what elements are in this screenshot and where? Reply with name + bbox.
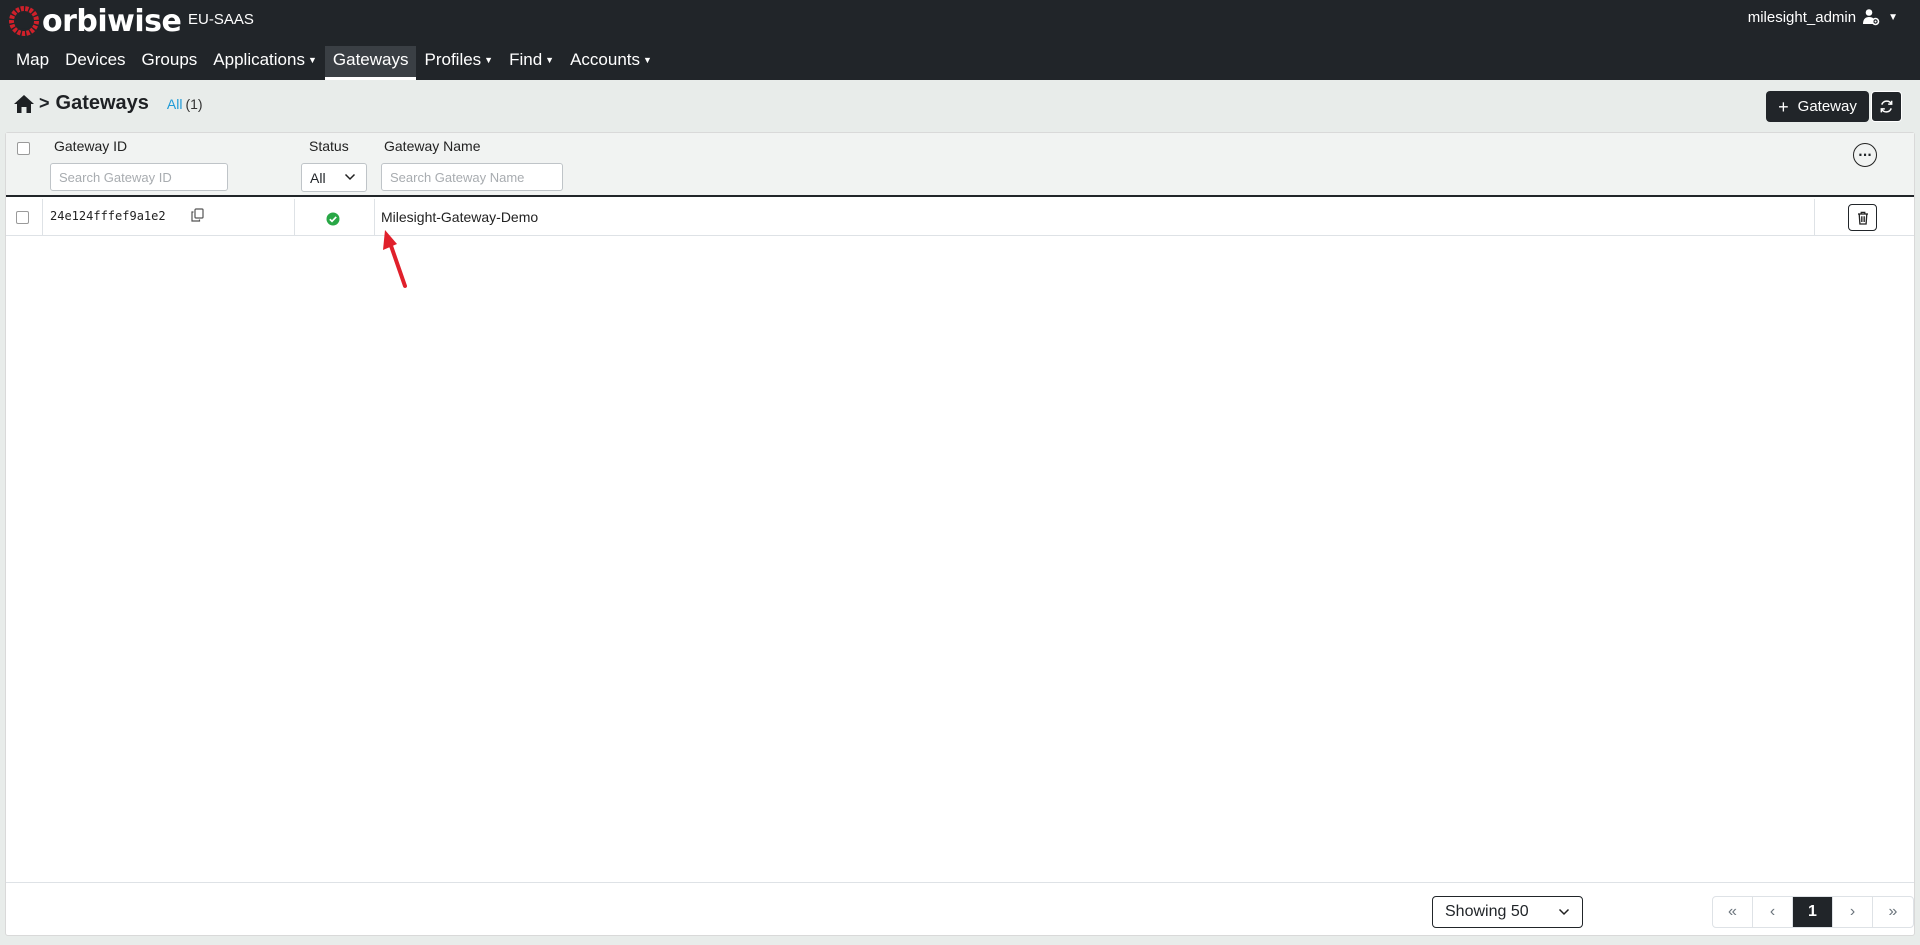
column-divider — [374, 199, 375, 236]
status-online-icon — [326, 211, 340, 230]
nav-label: Gateways — [332, 50, 409, 69]
gateways-table-panel: Gateway ID Status All Gateway Name ··· 2… — [5, 132, 1915, 936]
table-header: Gateway ID Status All Gateway Name ··· — [6, 133, 1914, 197]
chevron-down-icon — [1558, 908, 1570, 916]
column-header-gateway-name[interactable]: Gateway Name — [384, 138, 480, 154]
nav-label: Map — [16, 50, 50, 69]
table-row[interactable]: 24e124fffef9a1e2 Milesight-Gateway-Demo — [6, 199, 1914, 236]
user-menu[interactable]: milesight_admin ▼ — [1748, 8, 1898, 26]
brand-logo[interactable]: orbiwise — [8, 2, 182, 40]
breadcrumb-bar: > Gateways All (1) — [0, 80, 1920, 132]
table-footer: Showing 50 « ‹ 1 › » — [6, 882, 1914, 935]
next-page-button[interactable]: › — [1833, 897, 1873, 927]
page-title: Gateways — [55, 92, 149, 114]
nav-item-find[interactable]: Find ▼ — [501, 46, 562, 80]
annotation-arrow-icon — [383, 230, 407, 288]
caret-down-icon: ▼ — [643, 55, 652, 65]
add-gateway-label: Gateway — [1797, 98, 1857, 115]
main-nav: Map Devices Groups Applications ▼ Gateway… — [8, 46, 660, 80]
nav-label: Groups — [141, 50, 198, 69]
column-header-status[interactable]: Status — [309, 138, 349, 154]
username: milesight_admin — [1747, 8, 1857, 26]
nav-label: Devices — [65, 50, 126, 69]
row-checkbox[interactable] — [16, 211, 29, 224]
refresh-icon — [1880, 100, 1893, 113]
environment-label: EU-SAAS — [188, 11, 254, 28]
chevron-down-icon: ▼ — [1888, 11, 1898, 23]
last-page-button[interactable]: » — [1873, 897, 1913, 927]
first-page-button[interactable]: « — [1713, 897, 1753, 927]
more-options-icon[interactable]: ··· — [1853, 143, 1877, 167]
home-icon[interactable] — [13, 94, 35, 114]
select-all-checkbox[interactable] — [17, 142, 30, 155]
nav-label: Profiles — [424, 50, 482, 69]
chevron-down-icon — [344, 173, 356, 181]
plus-icon: + — [1778, 96, 1789, 117]
column-header-gateway-id[interactable]: Gateway ID — [54, 138, 127, 154]
nav-item-gateways[interactable]: Gateways — [324, 46, 417, 80]
column-divider — [1814, 199, 1815, 236]
nav-label: Find — [509, 50, 543, 69]
gateway-id-cell: 24e124fffef9a1e2 — [50, 209, 166, 223]
caret-down-icon: ▼ — [484, 55, 494, 65]
trash-icon — [1857, 211, 1868, 225]
nav-item-map[interactable]: Map — [8, 46, 57, 80]
copy-icon[interactable] — [191, 207, 204, 226]
pagination: « ‹ 1 › » — [1712, 896, 1914, 928]
nav-label: Accounts — [570, 50, 641, 69]
column-divider — [294, 199, 295, 236]
refresh-button[interactable] — [1871, 91, 1902, 122]
status-filter-value: All — [310, 169, 326, 186]
page-size-select[interactable]: Showing 50 — [1432, 896, 1583, 928]
caret-down-icon: ▼ — [545, 55, 555, 65]
nav-label: Applications — [213, 50, 305, 69]
search-gateway-name-input[interactable] — [381, 163, 563, 191]
nav-item-devices[interactable]: Devices — [57, 46, 133, 80]
nav-item-accounts[interactable]: Accounts ▼ — [562, 46, 660, 80]
brand-name: orbiwise — [42, 3, 182, 39]
prev-page-button[interactable]: ‹ — [1753, 897, 1793, 927]
orbiwise-logo-icon — [9, 6, 39, 36]
status-filter-select[interactable]: All — [301, 163, 367, 192]
add-gateway-button[interactable]: + Gateway — [1766, 91, 1869, 122]
delete-button[interactable] — [1848, 204, 1877, 231]
nav-item-groups[interactable]: Groups — [134, 46, 206, 80]
filter-count: (1) — [185, 95, 203, 112]
user-settings-icon — [1862, 8, 1880, 26]
caret-down-icon: ▼ — [307, 55, 317, 65]
breadcrumb-separator: > — [39, 93, 50, 113]
column-divider — [42, 199, 43, 236]
filter-summary: All (1) — [167, 96, 203, 112]
gateway-name-cell[interactable]: Milesight-Gateway-Demo — [381, 209, 538, 225]
page-size-value: Showing 50 — [1445, 903, 1529, 920]
nav-item-applications[interactable]: Applications ▼ — [205, 46, 325, 80]
nav-item-profiles[interactable]: Profiles ▼ — [416, 46, 501, 80]
breadcrumb: > Gateways All (1) — [13, 92, 203, 115]
search-gateway-id-input[interactable] — [50, 163, 228, 191]
top-navbar: orbiwise EU-SAAS milesight_admin ▼ Map D… — [0, 0, 1920, 80]
current-page-button[interactable]: 1 — [1793, 897, 1833, 927]
filter-all-link[interactable]: All — [167, 96, 183, 112]
